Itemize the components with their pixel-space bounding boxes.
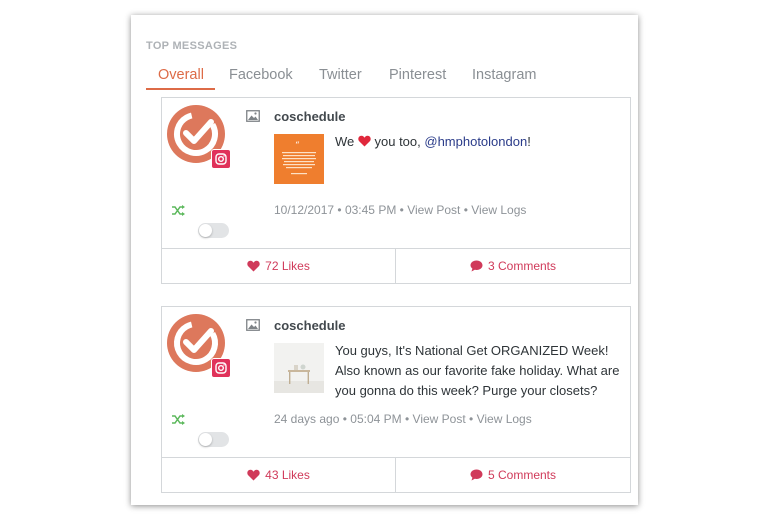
instagram-icon — [211, 149, 231, 169]
username: coschedule — [274, 318, 346, 333]
requeue-toggle[interactable] — [198, 223, 229, 238]
shuffle-icon[interactable] — [172, 205, 185, 216]
tab-twitter[interactable]: Twitter — [319, 67, 362, 83]
post-time: 05:04 PM — [350, 412, 402, 426]
image-icon — [246, 110, 260, 122]
likes-count: 43 Likes — [265, 468, 310, 482]
view-post-link[interactable]: View Post — [413, 412, 466, 426]
message-card: coschedule You guys, It's National Get O… — [161, 306, 631, 493]
separator: • — [342, 412, 347, 426]
message-text-start: We — [335, 134, 355, 149]
section-title: TOP MESSAGES — [146, 40, 238, 52]
heart-emoji-icon — [358, 135, 371, 147]
instagram-icon — [211, 358, 231, 378]
post-stats: 43 Likes 5 Comments — [162, 457, 630, 492]
likes-count: 72 Likes — [265, 259, 310, 273]
comments-button[interactable]: 5 Comments — [396, 458, 630, 492]
comments-count: 3 Comments — [487, 259, 557, 273]
post-thumbnail[interactable]: “ — [274, 134, 324, 184]
separator: • — [463, 203, 468, 217]
tab-overall[interactable]: Overall — [158, 67, 204, 83]
post-date: 24 days ago — [274, 412, 340, 426]
separator: • — [405, 412, 410, 426]
tab-pinterest[interactable]: Pinterest — [389, 67, 446, 83]
message-text: You guys, It's National Get ORGANIZED We… — [335, 343, 620, 398]
mention-link[interactable]: @hmphotolondon — [424, 134, 527, 149]
comments-button[interactable]: 3 Comments — [396, 249, 630, 283]
post-meta: 10/12/2017 • 03:45 PM • View Post • View… — [274, 203, 526, 217]
heart-icon — [247, 469, 260, 481]
view-logs-link[interactable]: View Logs — [477, 412, 532, 426]
separator: • — [337, 203, 342, 217]
tab-instagram[interactable]: Instagram — [472, 67, 536, 83]
post-time: 03:45 PM — [344, 203, 397, 217]
toggle-knob — [199, 433, 212, 446]
post-stats: 72 Likes 3 Comments — [162, 248, 630, 283]
comment-icon — [470, 260, 483, 272]
top-messages-panel: TOP MESSAGES Overall Facebook Twitter Pi… — [131, 15, 638, 505]
avatar — [167, 105, 231, 169]
separator: • — [399, 203, 404, 217]
image-icon — [246, 319, 260, 331]
svg-text:“: “ — [295, 140, 300, 151]
post-thumbnail[interactable] — [274, 343, 324, 393]
active-tab-underline — [146, 88, 215, 90]
view-post-link[interactable]: View Post — [407, 203, 460, 217]
likes-button[interactable]: 43 Likes — [162, 458, 396, 492]
comment-icon — [470, 469, 483, 481]
requeue-toggle[interactable] — [198, 432, 229, 447]
message-text: We you too, @hmphotolondon! — [335, 132, 625, 152]
view-logs-link[interactable]: View Logs — [471, 203, 526, 217]
message-text-end: ! — [527, 134, 531, 149]
shuffle-icon[interactable] — [172, 414, 185, 425]
separator: • — [469, 412, 474, 426]
message-card: coschedule “ We you too, @hmphotolondon!… — [161, 97, 631, 284]
likes-button[interactable]: 72 Likes — [162, 249, 396, 283]
network-tabs: Overall Facebook Twitter Pinterest Insta… — [146, 67, 624, 90]
username: coschedule — [274, 109, 346, 124]
quote-image: “ — [274, 134, 324, 184]
post-date: 10/12/2017 — [274, 203, 335, 217]
heart-icon — [247, 260, 260, 272]
toggle-knob — [199, 224, 212, 237]
comments-count: 5 Comments — [487, 468, 557, 482]
post-meta: 24 days ago • 05:04 PM • View Post • Vie… — [274, 412, 532, 426]
tab-facebook[interactable]: Facebook — [229, 67, 293, 83]
avatar — [167, 314, 231, 378]
message-text-middle: you too, — [370, 134, 425, 149]
desk-photo — [274, 343, 324, 393]
